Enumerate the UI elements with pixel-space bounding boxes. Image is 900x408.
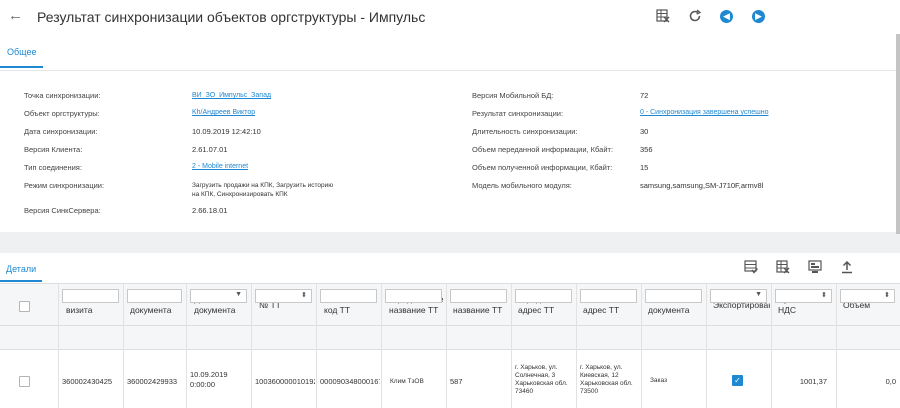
received-volume-value: 15 bbox=[640, 163, 649, 172]
filter-actual-address-input[interactable] bbox=[580, 289, 637, 303]
exported-checkbox[interactable]: ✓ bbox=[732, 375, 743, 386]
column-divider bbox=[511, 284, 512, 408]
cell-doc-date: 10.09.2019 0:00:00 bbox=[190, 370, 228, 389]
sync-result-label: Результат синхронизации: bbox=[472, 109, 564, 118]
filter-tt-number-stepper[interactable]: ⬍ bbox=[255, 289, 312, 303]
filter-sum-vat-stepper[interactable]: ⬍ bbox=[775, 289, 832, 303]
received-volume-label: Объем полученной информации, Кбайт: bbox=[472, 163, 613, 172]
details-toolbar bbox=[744, 260, 872, 276]
sync-mode-value: Загрузить продажи на КПК, Загрузить исто… bbox=[192, 182, 334, 198]
column-divider bbox=[836, 284, 837, 408]
filter-legal-address-input[interactable] bbox=[515, 289, 572, 303]
refresh-icon[interactable] bbox=[688, 8, 720, 24]
mobile-db-version-label: Версия Мобильной БД: bbox=[472, 91, 554, 100]
header-toolbar: ◀ ▶ bbox=[656, 8, 784, 24]
column-settings-icon[interactable] bbox=[744, 260, 776, 276]
cell-doc-type: Заказ bbox=[650, 377, 668, 384]
cell-actual-address: г. Харьков, ул. Киевская, 12 Харьковская… bbox=[580, 364, 633, 395]
details-grid: № визита № документа Дата документа № ТТ… bbox=[0, 283, 900, 408]
tab-strip-general bbox=[0, 34, 900, 70]
chevron-down-icon: ▼ bbox=[235, 291, 242, 298]
column-divider bbox=[381, 284, 382, 408]
chevron-down-icon: ▼ bbox=[755, 291, 762, 298]
cell-tt-number: 100360000010192 bbox=[255, 377, 315, 386]
connection-type-label: Тип соединения: bbox=[24, 163, 82, 172]
cell-actual-name: 587 bbox=[450, 377, 463, 386]
sent-volume-value: 356 bbox=[640, 145, 653, 154]
cell-legal-address: г. Харьков, ул. Солнечная, 3 Харьковская… bbox=[515, 364, 568, 395]
stepper-icon: ⬍ bbox=[884, 292, 890, 299]
column-divider bbox=[123, 284, 124, 408]
column-divider bbox=[576, 284, 577, 408]
filter-actual-name-input[interactable] bbox=[450, 289, 507, 303]
export-excel-icon[interactable] bbox=[656, 8, 688, 24]
next-record-icon[interactable]: ▶ bbox=[752, 8, 784, 24]
sync-point-label: Точка синхронизации: bbox=[24, 91, 101, 100]
column-divider bbox=[446, 284, 447, 408]
cell-legal-name: Клим ТзОВ bbox=[390, 378, 424, 385]
org-object-label: Объект оргструктуры: bbox=[24, 109, 100, 118]
back-arrow-icon[interactable]: ← bbox=[8, 7, 23, 24]
sent-volume-label: Объем переданной информации, Кбайт: bbox=[472, 145, 614, 154]
tab-details[interactable]: Детали bbox=[0, 258, 43, 282]
sync-mode-label: Режим синхронизации: bbox=[24, 181, 105, 190]
filter-visit-input[interactable] bbox=[62, 289, 119, 303]
column-divider bbox=[251, 284, 252, 408]
sync-point-link[interactable]: ВИ_ЗО_Импульс_Запад bbox=[192, 92, 271, 99]
select-all-checkbox[interactable] bbox=[19, 301, 30, 312]
column-divider bbox=[58, 284, 59, 408]
mobile-model-value: samsung,samsung,SM-J710F,armv8l bbox=[640, 181, 764, 190]
tab-general[interactable]: Общее bbox=[0, 38, 44, 68]
general-info-panel: Точка синхронизации: ВИ_ЗО_Импульс_Запад… bbox=[0, 70, 900, 232]
column-divider bbox=[316, 284, 317, 408]
filter-external-code-input[interactable] bbox=[320, 289, 377, 303]
filter-doc-type-input[interactable] bbox=[645, 289, 702, 303]
filter-doc-date-select[interactable]: ▼ bbox=[190, 289, 247, 303]
filter-exported-select[interactable]: ▼ bbox=[710, 289, 767, 303]
column-divider bbox=[641, 284, 642, 408]
cell-volume: 0,0 bbox=[885, 377, 896, 386]
vertical-scrollbar[interactable] bbox=[896, 34, 900, 234]
filter-doc-number-input[interactable] bbox=[127, 289, 182, 303]
sync-date-value: 10.09.2019 12:42:10 bbox=[192, 127, 261, 136]
cell-external-code: 000090348000167 bbox=[320, 377, 380, 386]
grid-layout-icon[interactable] bbox=[808, 260, 840, 276]
page-title: Результат синхронизации объектов оргстру… bbox=[37, 9, 426, 25]
cell-sum-vat: 1001,37 bbox=[799, 377, 827, 386]
sync-result-link[interactable]: 0 - Синхронизация завершена успешно bbox=[640, 109, 769, 116]
client-version-value: 2.61.07.01 bbox=[192, 145, 228, 154]
row-checkbox[interactable] bbox=[19, 376, 30, 387]
page-header: ← Результат синхронизации объектов оргст… bbox=[0, 0, 900, 34]
client-version-label: Версия Клиента: bbox=[24, 145, 83, 154]
column-divider bbox=[186, 284, 187, 408]
export-excel-icon[interactable] bbox=[776, 260, 808, 276]
cell-doc-number: 360002429933 bbox=[127, 377, 178, 386]
cell-visit: 360002430425 bbox=[62, 377, 113, 386]
filter-volume-stepper[interactable]: ⬍ bbox=[840, 289, 895, 303]
column-divider bbox=[706, 284, 707, 408]
mobile-db-version-value: 72 bbox=[640, 91, 649, 100]
previous-record-icon[interactable]: ◀ bbox=[720, 8, 752, 24]
syncserver-version-value: 2.66.18.01 bbox=[192, 206, 228, 215]
column-divider bbox=[771, 284, 772, 408]
sync-duration-value: 30 bbox=[640, 127, 649, 136]
upload-icon[interactable] bbox=[840, 260, 872, 276]
connection-type-link[interactable]: 2 - Mobile internet bbox=[192, 163, 248, 170]
sync-date-label: Дата синхронизации: bbox=[24, 127, 98, 136]
stepper-icon: ⬍ bbox=[821, 292, 827, 299]
syncserver-version-label: Версия СинкСервера: bbox=[24, 206, 101, 215]
sync-duration-label: Длительность синхронизации: bbox=[472, 127, 578, 136]
org-object-link[interactable]: Kh/Андреев Виктор bbox=[192, 109, 255, 116]
grid-filter-row bbox=[0, 326, 900, 350]
stepper-icon: ⬍ bbox=[301, 292, 307, 299]
filter-legal-name-input[interactable] bbox=[385, 289, 442, 303]
mobile-model-label: Модель мобильного модуля: bbox=[472, 181, 572, 190]
